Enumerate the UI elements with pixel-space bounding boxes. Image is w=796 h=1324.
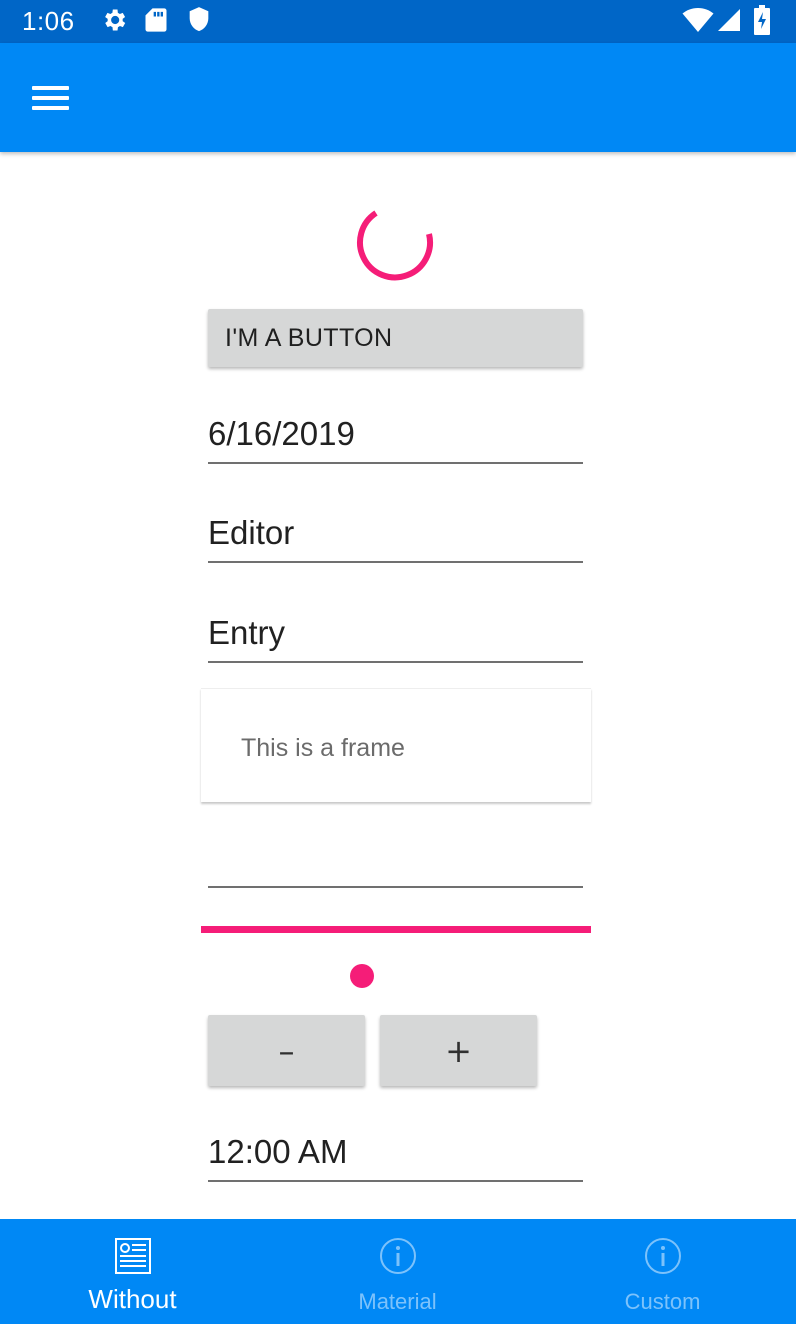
tab-custom[interactable]: Custom <box>530 1219 795 1324</box>
date-picker-field[interactable]: 6/16/2019 <box>208 414 583 464</box>
slider[interactable] <box>208 955 583 995</box>
progress-bar <box>201 926 591 933</box>
bottom-tab-bar: Without Material Custom <box>0 1219 796 1324</box>
info-circle-icon <box>379 1237 417 1280</box>
stepper-minus-button[interactable]: – <box>208 1015 365 1086</box>
shield-icon <box>187 6 211 39</box>
editor-field[interactable]: Editor <box>208 513 583 563</box>
tab-label-custom: Custom <box>624 1289 701 1314</box>
progress-bar-fill <box>201 926 591 933</box>
stepper-plus-button[interactable]: + <box>380 1015 537 1086</box>
sd-card-icon <box>144 6 168 39</box>
slider-thumb[interactable] <box>349 964 374 988</box>
app-screen: 1:06 I'M A BUTTON 6/16/2019 Editor Entry… <box>0 0 796 1324</box>
wifi-icon <box>682 7 714 38</box>
battery-charging-icon <box>753 5 771 40</box>
info-circle-icon <box>644 1237 682 1280</box>
tab-label-without: Without <box>88 1284 177 1314</box>
tab-label-material: Material <box>358 1289 437 1314</box>
activity-indicator-spinner <box>355 200 437 287</box>
picker-field[interactable] <box>208 838 583 888</box>
status-bar: 1:06 <box>0 0 796 43</box>
hamburger-menu-icon[interactable] <box>22 73 78 123</box>
date-value: 6/16/2019 <box>208 415 355 452</box>
list-document-icon <box>114 1237 152 1280</box>
tab-material[interactable]: Material <box>265 1219 530 1324</box>
entry-value: Entry <box>208 614 286 651</box>
app-bar <box>0 43 796 152</box>
time-value: 12:00 AM <box>208 1133 348 1170</box>
tab-without[interactable]: Without <box>0 1219 265 1324</box>
editor-value: Editor <box>208 514 295 551</box>
entry-field[interactable]: Entry <box>208 613 583 663</box>
im-a-button[interactable]: I'M A BUTTON <box>208 309 583 367</box>
gear-icon <box>100 6 128 39</box>
frame-card: This is a frame <box>201 688 591 802</box>
status-time: 1:06 <box>22 6 75 36</box>
time-picker-field[interactable]: 12:00 AM <box>208 1132 583 1182</box>
frame-text: This is a frame <box>241 734 405 762</box>
cell-signal-icon <box>717 8 741 37</box>
